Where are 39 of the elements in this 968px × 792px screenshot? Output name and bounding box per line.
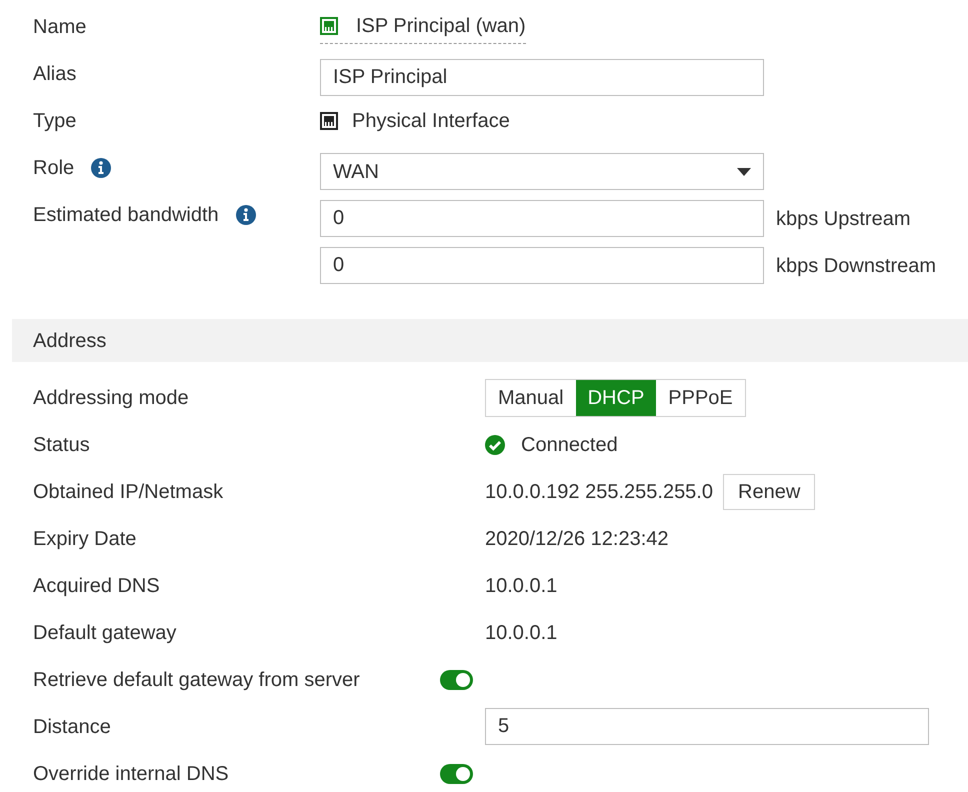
info-icon[interactable] — [90, 156, 112, 178]
ip-netmask-value: 10.0.0.192 255.255.255.0 — [485, 480, 713, 504]
field-label: Role — [33, 156, 74, 180]
bandwidth-field[interactable]: 0 — [320, 200, 764, 237]
field-label: Addressing mode — [33, 386, 189, 408]
network-port-icon — [320, 112, 338, 130]
field-label: Expiry Date — [33, 528, 136, 550]
field-label: Override internal DNS — [33, 762, 229, 784]
toggle-switch[interactable] — [440, 764, 473, 784]
field-label: Obtained IP/Netmask — [33, 480, 224, 502]
network-port-icon — [320, 17, 338, 35]
field-label: Name — [33, 14, 86, 40]
renew-button[interactable]: Renew — [723, 474, 816, 510]
field-label: Retrieve default gateway from server — [33, 668, 360, 690]
field-label: Estimated bandwidth — [33, 202, 219, 228]
mode-option[interactable]: DHCP — [576, 380, 656, 416]
check-circle-icon — [485, 434, 505, 454]
bandwidth-field[interactable]: 0 — [320, 247, 764, 284]
type-value: Physical Interface — [352, 108, 510, 134]
unit-label: kbps Downstream — [776, 254, 936, 278]
role-select[interactable]: WAN — [320, 153, 764, 190]
info-icon[interactable] — [234, 204, 257, 226]
field-value: 10.0.0.1 — [485, 620, 558, 646]
status-value: Connected — [521, 432, 618, 458]
unit-label: kbps Upstream — [776, 206, 910, 232]
field-value: 10.0.0.1 — [485, 574, 558, 598]
distance-field[interactable]: 5 — [485, 708, 929, 745]
section-header: Address — [12, 319, 968, 362]
toggle-switch[interactable] — [440, 670, 473, 690]
alias-field[interactable]: ISP Principal — [320, 59, 764, 96]
field-label: Type — [33, 108, 76, 134]
field-label: Alias — [33, 62, 76, 86]
field-value: 2020/12/26 12:23:42 — [485, 526, 669, 552]
field-label: Status — [33, 434, 90, 456]
field-label: Distance — [33, 716, 111, 738]
field-label: Acquired DNS — [33, 574, 160, 596]
interface-name-link[interactable]: ISP Principal (wan) — [356, 11, 526, 41]
field-label: Default gateway — [33, 622, 176, 644]
caret-icon — [737, 168, 751, 176]
